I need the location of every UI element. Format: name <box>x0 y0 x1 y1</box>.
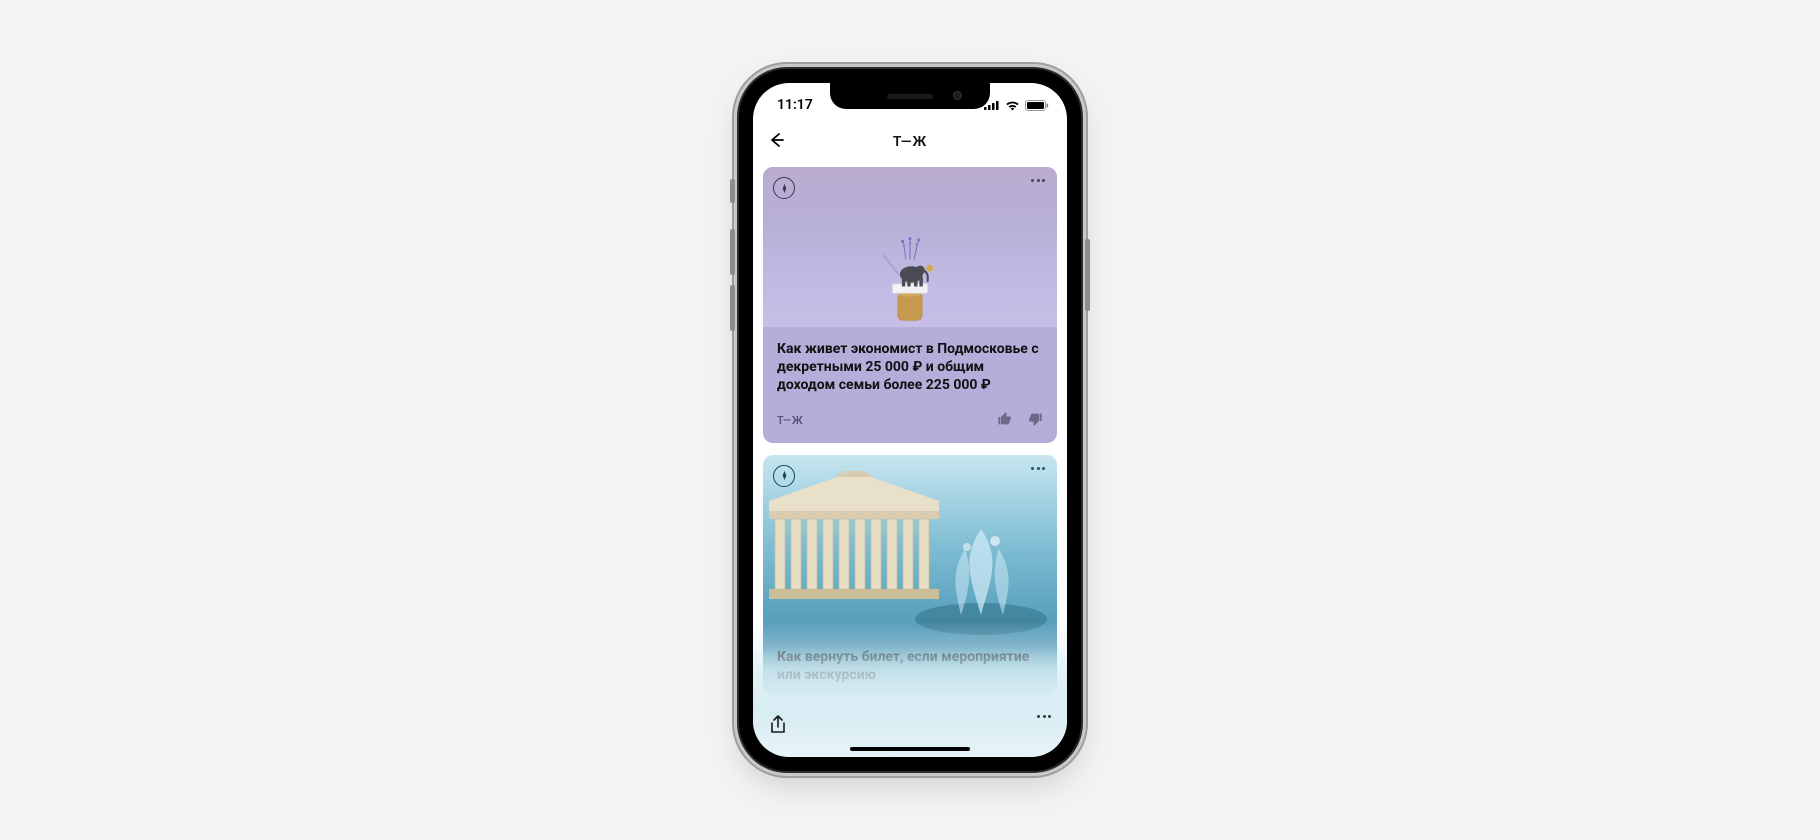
battery-icon <box>1025 100 1049 111</box>
mute-switch[interactable] <box>730 179 735 203</box>
card-actions <box>997 411 1043 431</box>
card-title: Как вернуть билет, если мероприятие или … <box>777 649 1043 685</box>
feed-card[interactable]: Как живет экономист в Подмосковье с декр… <box>763 167 1057 443</box>
power-button[interactable] <box>1085 239 1090 311</box>
card-body: Как живет экономист в Подмосковье с декр… <box>763 327 1057 403</box>
card-more-button[interactable] <box>1031 179 1045 182</box>
page-title: Т—Ж <box>893 134 927 150</box>
phone-frame: 11:17 <box>739 69 1081 771</box>
card-footer: Т—Ж <box>763 403 1057 443</box>
back-button[interactable] <box>763 128 791 156</box>
front-camera <box>953 91 962 100</box>
screen: 11:17 <box>753 83 1067 757</box>
share-icon <box>769 715 787 735</box>
volume-up-button[interactable] <box>730 229 735 275</box>
home-indicator[interactable] <box>850 747 970 751</box>
arrow-left-icon <box>767 130 787 154</box>
notch <box>830 83 990 109</box>
explore-badge[interactable] <box>773 177 795 199</box>
like-button[interactable] <box>997 411 1013 431</box>
feed[interactable]: Как живет экономист в Подмосковье с декр… <box>753 163 1067 711</box>
card-title: Как живет экономист в Подмосковье с декр… <box>777 341 1043 395</box>
thumb-down-icon <box>1027 411 1043 427</box>
card-more-button[interactable] <box>1031 467 1045 470</box>
speaker-grille <box>887 94 933 99</box>
card-illustration-fountain <box>911 519 1051 639</box>
card-image <box>763 167 1057 327</box>
bottom-more-button[interactable] <box>1037 715 1051 718</box>
thumb-up-icon <box>997 411 1013 427</box>
card-illustration <box>883 219 937 327</box>
volume-down-button[interactable] <box>730 285 735 331</box>
wifi-icon <box>1005 100 1020 111</box>
dislike-button[interactable] <box>1027 411 1043 431</box>
status-indicators <box>984 94 1049 111</box>
share-button[interactable] <box>769 715 787 739</box>
status-time: 11:17 <box>771 91 813 113</box>
card-source[interactable]: Т—Ж <box>777 414 803 427</box>
nav-header: Т—Ж <box>753 121 1067 163</box>
feed-card[interactable]: Как вернуть билет, если мероприятие или … <box>763 455 1057 695</box>
compass-icon <box>779 179 790 198</box>
